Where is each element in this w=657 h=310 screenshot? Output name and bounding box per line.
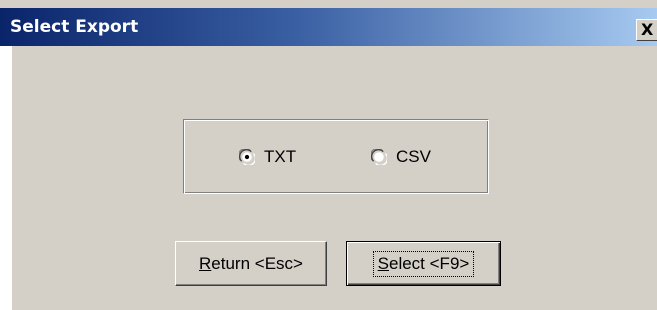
radio-option-txt[interactable]: TXT [239,145,296,169]
radio-label-txt: TXT [264,147,297,166]
return-mnemonic: R [199,253,212,273]
select-button-label: Select <F9> [372,250,475,277]
select-export-dialog: Select Export X TXT CSV Return <Esc> Sel… [0,0,657,310]
dialog-title: Select Export [10,17,139,37]
close-icon: X [641,20,654,39]
return-button[interactable]: Return <Esc> [175,241,327,286]
dialog-left-edge [0,46,12,310]
select-button[interactable]: Select <F9> [346,241,501,286]
close-button[interactable]: X [636,19,657,41]
return-button-label: Return <Esc> [199,254,303,274]
radio-selected-icon[interactable] [239,149,255,165]
radio-option-csv[interactable]: CSV [371,145,431,169]
export-format-group: TXT CSV [183,119,489,194]
radio-label-csv: CSV [396,147,431,166]
radio-unselected-icon[interactable] [371,149,387,165]
return-label-rest: eturn <Esc> [211,253,303,273]
select-label-rest: elect <F9> [389,253,470,273]
select-mnemonic: S [377,253,389,273]
title-bar: Select Export X [0,8,657,46]
